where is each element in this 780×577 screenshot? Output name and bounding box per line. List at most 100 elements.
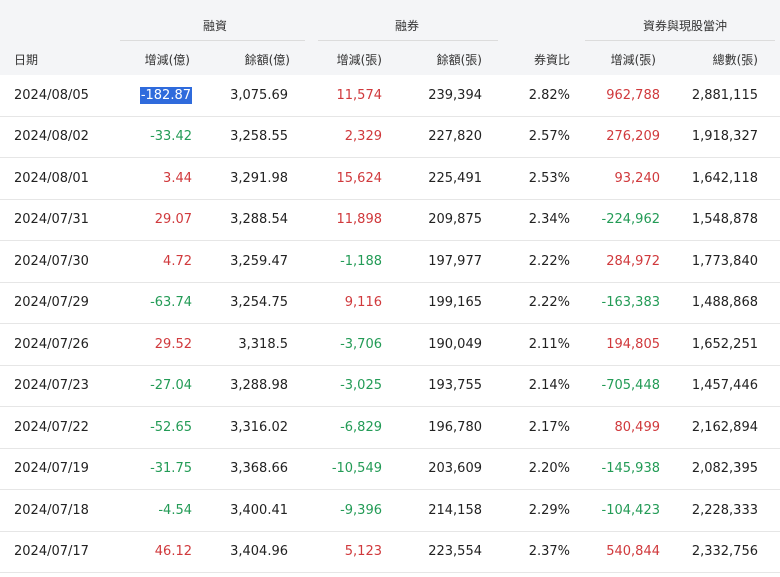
cell-daytrade-total-value: 1,773,840	[691, 253, 758, 269]
cell-daytrade-change-value: 80,499	[614, 419, 661, 435]
cell-daytrade-change: 276,209	[606, 117, 660, 158]
cell-short-change-value: 11,574	[336, 87, 383, 103]
table-row[interactable]: 2024/07/22 -52.65 3,316.02 -6,829 196,780 2.1…	[0, 407, 780, 449]
cell-margin-change-value: -27.04	[150, 378, 192, 394]
cell-short-balance: 197,977	[428, 241, 482, 282]
cell-ratio-value: 2.37%	[528, 544, 570, 560]
cell-date: 2024/07/19	[14, 449, 89, 490]
cell-daytrade-total-value: 2,162,894	[691, 419, 758, 435]
cell-short-balance-value: 197,977	[428, 253, 482, 269]
table-row[interactable]: 2024/08/01 3.44 3,291.98 15,624 225,491 2.53%…	[0, 158, 780, 200]
cell-daytrade-total-value: 1,488,868	[691, 295, 758, 311]
cell-short-change: -10,549	[332, 449, 382, 490]
cell-daytrade-change: -163,383	[602, 283, 660, 324]
cell-daytrade-total: 2,082,395	[692, 449, 758, 490]
cell-short-change: 2,329	[345, 117, 382, 158]
cell-short-balance: 196,780	[428, 407, 482, 448]
cell-short-change-value: -1,188	[340, 253, 382, 269]
cell-daytrade-total: 1,548,878	[692, 200, 758, 241]
cell-margin-balance-value: 3,075.69	[230, 87, 288, 103]
cell-short-change: -3,706	[340, 324, 382, 365]
cell-short-change-value: -6,829	[340, 419, 382, 435]
cell-date-value: 2024/08/01	[14, 170, 89, 186]
cell-daytrade-total: 2,881,115	[692, 75, 758, 116]
cell-daytrade-change: -145,938	[602, 449, 660, 490]
table-row[interactable]: 2024/07/31 29.07 3,288.54 11,898 209,875 2.34…	[0, 200, 780, 241]
table-row[interactable]: 2024/07/26 29.52 3,318.5 -3,706 190,049 2.11%…	[0, 324, 780, 366]
table-row[interactable]: 2024/08/05 -182.87 3,075.69 11,574 239,394 2.…	[0, 75, 780, 117]
selected-text-highlight: -182.87	[139, 86, 192, 104]
cell-daytrade-change-value: 194,805	[606, 336, 660, 352]
cell-ratio-value: 2.14%	[528, 378, 570, 394]
cell-short-balance: 203,609	[428, 449, 482, 490]
margin-trading-table: 融資 融券 資券與現股當沖 日期 增減(億) 餘額(億) 增減(張) 餘額(張)…	[0, 0, 780, 577]
cell-short-balance: 214,158	[428, 490, 482, 531]
col-header-margin-balance: 餘額(億)	[244, 53, 290, 67]
cell-margin-change: 29.07	[155, 200, 192, 241]
cell-margin-change-value: 4.72	[163, 253, 192, 269]
cell-date-value: 2024/07/29	[14, 295, 89, 311]
cell-short-balance: 209,875	[428, 200, 482, 241]
cell-short-change: -6,829	[340, 407, 382, 448]
cell-ratio-value: 2.11%	[528, 336, 570, 352]
group-divider	[120, 40, 305, 41]
cell-daytrade-total-value: 1,652,251	[691, 336, 758, 352]
col-header-date: 日期	[14, 53, 39, 67]
cell-margin-change: -31.75	[150, 449, 192, 490]
cell-margin-balance: 3,075.69	[230, 75, 288, 116]
cell-short-change: -3,025	[340, 366, 382, 407]
cell-daytrade-total: 2,228,333	[692, 490, 758, 531]
cell-date-value: 2024/07/17	[14, 544, 89, 560]
cell-ratio: 2.82%	[529, 75, 570, 116]
cell-date: 2024/07/18	[14, 490, 89, 531]
cell-ratio-value: 2.53%	[528, 170, 570, 186]
cell-ratio-value: 2.34%	[528, 212, 570, 228]
cell-ratio: 2.37%	[529, 532, 570, 573]
cell-short-balance-value: 203,609	[428, 461, 482, 477]
cell-daytrade-total-value: 2,228,333	[691, 502, 758, 518]
cell-short-change-value: 5,123	[344, 544, 382, 560]
cell-daytrade-change: 962,788	[606, 75, 660, 116]
cell-date: 2024/07/31	[14, 200, 89, 241]
cell-date: 2024/07/29	[14, 283, 89, 324]
cell-margin-balance-value: 3,254.75	[230, 295, 288, 311]
cell-daytrade-total: 2,162,894	[692, 407, 758, 448]
cell-short-balance: 223,554	[428, 532, 482, 573]
cell-short-balance-value: 214,158	[428, 502, 482, 518]
cell-ratio: 2.14%	[529, 366, 570, 407]
table-header: 融資 融券 資券與現股當沖 日期 增減(億) 餘額(億) 增減(張) 餘額(張)…	[0, 0, 780, 75]
cell-short-balance: 190,049	[428, 324, 482, 365]
table-row[interactable]: 2024/07/17 46.12 3,404.96 5,123 223,554 2.37%…	[0, 532, 780, 573]
cell-date-value: 2024/07/26	[14, 336, 89, 352]
cell-date: 2024/07/26	[14, 324, 89, 365]
table-row[interactable]: 2024/07/23 -27.04 3,288.98 -3,025 193,755 2.1…	[0, 366, 780, 407]
cell-short-balance-value: 225,491	[428, 170, 482, 186]
table-row[interactable]: 2024/07/29 -63.74 3,254.75 9,116 199,165 2.22…	[0, 283, 780, 324]
cell-short-change-value: 2,329	[344, 129, 382, 145]
cell-short-balance-value: 223,554	[428, 544, 482, 560]
cell-margin-balance: 3,318.5	[238, 324, 288, 365]
col-header-ratio: 券資比	[533, 53, 570, 67]
cell-daytrade-total-value: 2,881,115	[691, 87, 758, 103]
cell-daytrade-change: 80,499	[615, 407, 661, 448]
cell-margin-change-value: -33.42	[150, 129, 192, 145]
cell-daytrade-change: -705,448	[602, 366, 660, 407]
cell-margin-balance: 3,368.66	[230, 449, 288, 490]
cell-margin-balance: 3,288.98	[230, 366, 288, 407]
cell-daytrade-total-value: 1,918,327	[691, 129, 758, 145]
cell-margin-change: 29.52	[155, 324, 192, 365]
cell-ratio: 2.22%	[529, 241, 570, 282]
cell-ratio-value: 2.82%	[528, 87, 570, 103]
table-row[interactable]: 2024/07/19 -31.75 3,368.66 -10,549 203,609 2.…	[0, 449, 780, 490]
table-row[interactable]: 2024/08/02 -33.42 3,258.55 2,329 227,820 2.57…	[0, 117, 780, 158]
cell-ratio: 2.11%	[529, 324, 570, 365]
cell-ratio: 2.29%	[529, 490, 570, 531]
cell-date-value: 2024/07/31	[14, 212, 89, 228]
table-row[interactable]: 2024/07/30 4.72 3,259.47 -1,188 197,977 2.22%…	[0, 241, 780, 283]
col-header-daytrade-total: 總數(張)	[712, 53, 758, 67]
cell-short-change: 11,574	[337, 75, 383, 116]
cell-margin-change-value: -52.65	[150, 419, 192, 435]
table-row[interactable]: 2024/07/18 -4.54 3,400.41 -9,396 214,158 2.29…	[0, 490, 780, 532]
cell-short-balance-value: 199,165	[428, 295, 482, 311]
cell-date: 2024/08/01	[14, 158, 89, 199]
